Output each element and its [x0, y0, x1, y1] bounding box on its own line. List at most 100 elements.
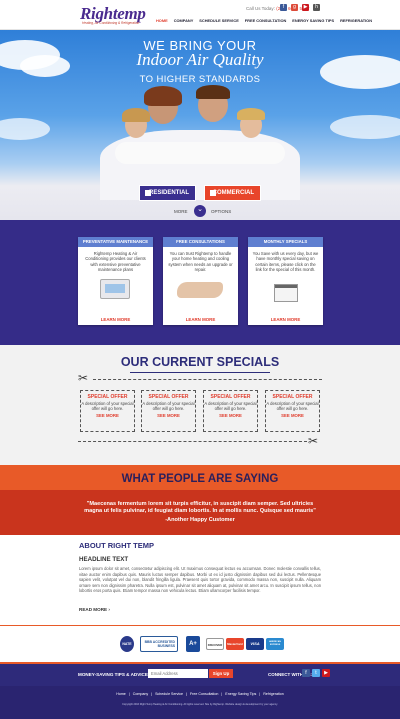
twitter-icon[interactable]: t: [312, 669, 320, 677]
dashed-line-top: [93, 379, 322, 380]
nav-refrigeration[interactable]: REFRIGERATION: [340, 18, 372, 26]
learn-more-link[interactable]: LEARN MORE: [78, 317, 153, 322]
learn-more-link[interactable]: LEARN MORE: [248, 317, 323, 322]
chevron-right-icon: ›: [108, 607, 110, 612]
logo-tagline: Heating, Air Conditioning & Refrigeratio…: [82, 21, 140, 25]
service-card-title: PREVENTATIVE MAINTENANCE: [78, 237, 153, 247]
testimonials-title: WHAT PEOPLE ARE SAYING: [121, 473, 279, 485]
offer-body: A description of your special offer will…: [204, 401, 257, 411]
service-card-body: You can trust Rightemp to handle your ho…: [168, 251, 233, 272]
section-divider: [0, 625, 400, 626]
visa-card-icon: VISA: [246, 638, 264, 650]
commercial-label: COMMERCIAL: [212, 190, 254, 196]
specials-title: OUR CURRENT SPECIALS: [120, 355, 280, 369]
nav-schedule-service[interactable]: SCHEDULE SERVICE: [199, 18, 239, 26]
about-body: Lorem ipsum dolor sit amet, consectetur …: [79, 566, 321, 594]
family-photo: [100, 130, 300, 200]
see-more-link[interactable]: SEE MORE: [81, 413, 134, 418]
specials-underline: [130, 372, 270, 373]
service-card-title: MONTHLY SPECIALS: [248, 237, 323, 247]
mother-hair: [144, 86, 182, 106]
nate-badge: NATE: [120, 636, 134, 652]
residential-button[interactable]: RESIDENTIAL: [139, 185, 196, 201]
hero-line-2: Indoor Air Quality: [136, 50, 264, 69]
sign-up-button[interactable]: Sign Up: [209, 669, 233, 678]
house-icon: [145, 190, 151, 196]
cloud-lower-left: [0, 118, 50, 140]
service-card-body: You Save with us every day, but we have …: [252, 251, 319, 272]
cloud-lower-right: [330, 115, 400, 139]
read-more-link[interactable]: READ MORE ›: [79, 607, 110, 612]
hero-line-3: TO HIGHER STANDARDS: [139, 74, 261, 85]
dashed-line-bottom: [78, 441, 307, 442]
service-card-title: FREE CONSULTATIONS: [163, 237, 238, 247]
scissors-icon: ✂: [78, 371, 89, 385]
father-hair: [196, 85, 230, 99]
nav-home[interactable]: HOME: [156, 18, 168, 26]
main-nav: HOME COMPANY SCHEDULE SERVICE FREE CONSU…: [156, 18, 372, 26]
newsletter-label: MONEY-SAVING TIPS & ADVICE: [78, 672, 148, 677]
footer-link-schedule-service[interactable]: Schedule Service: [152, 692, 186, 696]
bbb-badge: BBB ACCREDITED BUSINESS: [140, 636, 178, 652]
amex-card-icon: AMERICAN EXPRESS: [266, 638, 284, 650]
nav-company[interactable]: COMPANY: [174, 18, 194, 26]
special-offer-card: SPECIAL OFFER A description of your spec…: [265, 390, 320, 432]
footer-link-company[interactable]: Company: [130, 692, 151, 696]
offer-title: SPECIAL OFFER: [210, 394, 251, 400]
see-more-link[interactable]: SEE MORE: [204, 413, 257, 418]
service-card-maintenance: PREVENTATIVE MAINTENANCE Rightemp Heatin…: [78, 237, 153, 325]
thermostat-icon: [100, 279, 130, 299]
scissors-icon: ✂: [308, 434, 319, 448]
service-card-consultations: FREE CONSULTATIONS You can trust Rightem…: [163, 237, 238, 325]
learn-more-link[interactable]: LEARN MORE: [163, 317, 238, 322]
footer-link-free-consultation[interactable]: Free Consultation: [187, 692, 221, 696]
testimonial-quote: "Maecenas fermentum lorem sit turpis eff…: [84, 501, 316, 514]
special-offer-card: SPECIAL OFFER A description of your spec…: [80, 390, 135, 432]
bbb-rating-badge: A+: [186, 636, 200, 652]
nav-free-consultation[interactable]: FREE CONSULTATION: [245, 18, 287, 26]
offer-title: SPECIAL OFFER: [148, 394, 189, 400]
see-more-link[interactable]: SEE MORE: [266, 413, 319, 418]
white-shirts: [115, 142, 285, 164]
mastercard-icon: MasterCard: [226, 638, 244, 650]
more-label: MORE: [174, 209, 188, 214]
discover-card-icon: DISCOVER: [206, 638, 224, 650]
footer-nav: Home | Company | Schedule Service | Free Consu…: [0, 692, 400, 696]
service-card-body: Rightemp Heating & Air Conditioning prov…: [85, 251, 146, 272]
footer-link-home[interactable]: Home: [113, 692, 129, 696]
handshake-icon: [177, 282, 223, 298]
building-icon: [210, 190, 216, 196]
footer-link-energy-saving-tips[interactable]: Energy Saving Tips: [222, 692, 259, 696]
facebook-icon[interactable]: f: [302, 669, 310, 677]
offer-body: A description of your special offer will…: [81, 401, 134, 411]
service-card-specials: MONTHLY SPECIALS You Save with us every …: [248, 237, 323, 325]
about-title: ABOUT RIGHT TEMP: [79, 541, 154, 550]
offer-title: SPECIAL OFFER: [87, 394, 128, 400]
special-offer-card: SPECIAL OFFER A description of your spec…: [141, 390, 196, 432]
email-field[interactable]: [148, 669, 208, 678]
google-plus-icon[interactable]: g: [291, 4, 298, 11]
commercial-button[interactable]: COMMERCIAL: [204, 185, 261, 201]
child-right-hair: [237, 108, 265, 120]
options-label: OPTIONS: [211, 209, 232, 214]
footer-link-refrigeration[interactable]: Refrigeration: [260, 692, 287, 696]
houzz-icon[interactable]: h: [313, 4, 320, 11]
residential-label: RESIDENTIAL: [148, 190, 189, 196]
youtube-icon[interactable]: ▶: [322, 669, 330, 677]
offer-title: SPECIAL OFFER: [272, 394, 313, 400]
nav-energy-saving-tips[interactable]: ENERGY SAVING TIPS: [292, 18, 334, 26]
chevron-down-icon[interactable]: ⌄: [194, 205, 206, 217]
special-offer-card: SPECIAL OFFER A description of your spec…: [203, 390, 258, 432]
facebook-icon[interactable]: f: [280, 4, 287, 11]
call-label: Call Us Today:: [246, 6, 275, 11]
copyright: Copyright 2016 Right Temp Heating & Air …: [122, 703, 278, 706]
read-more-label: READ MORE: [79, 607, 108, 612]
child-left-hair: [122, 108, 150, 122]
about-headline: HEADLINE TEXT: [79, 556, 129, 563]
youtube-icon[interactable]: ▶: [302, 4, 309, 11]
offer-body: A description of your special offer will…: [266, 401, 319, 411]
testimonial-author: -Another Happy Customer: [165, 517, 235, 523]
calendar-icon: [274, 284, 298, 302]
offer-body: A description of your special offer will…: [142, 401, 195, 411]
see-more-link[interactable]: SEE MORE: [142, 413, 195, 418]
